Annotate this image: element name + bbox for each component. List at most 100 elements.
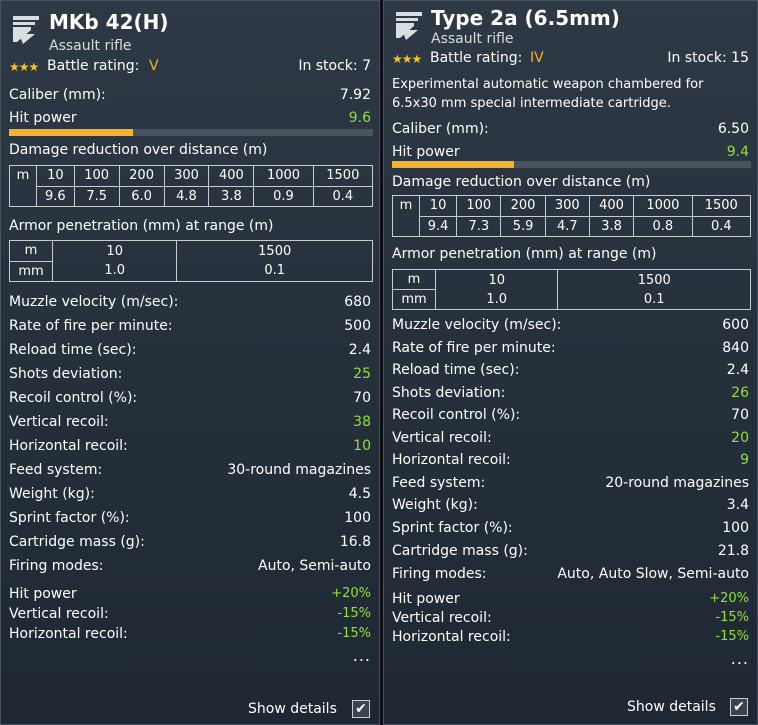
damage-range: 1500 [691,195,752,217]
armor-range: 10 [106,244,123,259]
stat-label: Shots deviation: [392,385,506,401]
stat-label: Firing modes: [392,566,487,582]
armor-value: 1.0 [486,291,508,307]
stat-value: 600 [722,317,749,333]
damage-table: m 10 100 200 300 400 1000 1500 9.6 7.5 6… [9,165,374,207]
hit-power-bar-fill [392,161,515,168]
damage-range: 1000 [253,165,314,187]
stat-value: 21.8 [717,543,749,559]
weapon-class-icon [396,12,422,40]
stat-value: 100 [344,510,371,526]
description-line: 6.5x30 mm special intermediate cartridge… [392,96,671,111]
damage-value: 6.0 [118,185,165,207]
damage-range: 1500 [312,165,374,187]
hit-power-value: 9.6 [348,110,371,126]
modifier-label: Hit power [9,586,77,602]
armor-cell: 1500 0.1 [176,240,373,282]
damage-value: 0.9 [253,185,314,207]
hit-power-label: Hit power [9,110,77,126]
hit-power-bar-fill [9,129,133,136]
stat-label: Reload time (sec): [9,342,137,358]
caliber-label: Caliber (mm): [392,121,489,137]
modifier-label: Vertical recoil: [392,610,492,626]
armor-cell: 1500 0.1 [557,269,751,310]
damage-value: 7.3 [456,215,502,237]
stat-label: Recoil control (%): [392,407,521,423]
stat-value: 680 [344,294,371,310]
damage-range: 400 [208,165,255,187]
damage-range: 100 [73,165,120,187]
stat-value: 4.5 [348,486,371,502]
damage-value: 5.9 [500,215,546,237]
show-details-label[interactable]: Show details [248,701,337,717]
armor-cell: 10 1.0 [434,269,559,310]
checkmark-icon[interactable]: ✔ [352,700,370,718]
stat-value: 26 [731,385,749,401]
damage-range: 1000 [633,195,693,217]
stat-value: 9 [740,452,749,468]
modifier-value: +20% [709,591,749,606]
modifier-value: +20% [331,586,371,601]
damage-value: 0.4 [312,185,374,207]
stat-label: Rate of fire per minute: [9,318,173,334]
stat-value: 2.4 [348,342,371,358]
checkmark-icon[interactable]: ✔ [730,698,748,716]
caliber-value: 6.50 [717,121,749,137]
damage-range: 200 [118,165,165,187]
armor-header-m: m [9,240,53,262]
battle-rating-label: Battle rating: [430,50,523,66]
damage-range: 10 [418,195,458,217]
modifier-label: Horizontal recoil: [9,626,128,642]
damage-range: 200 [500,195,546,217]
stat-label: Muzzle velocity (m/sec): [392,317,562,333]
damage-title: Damage reduction over distance (m) [9,142,268,158]
armor-table: m 10 1.0 1500 0.1 mm [392,269,751,310]
stat-value: 25 [353,366,371,382]
stat-value: 3.4 [726,497,749,513]
modifier-value: -15% [337,606,371,621]
more-ellipsis[interactable]: ... [731,649,749,668]
armor-header-m: m [392,269,436,290]
stat-value: 20 [731,430,749,446]
battle-rating-value: IV [530,50,544,66]
stat-label: Sprint factor (%): [392,520,513,536]
damage-table: m 10 100 200 300 400 1000 1500 9.4 7.3 5… [392,195,752,237]
hit-power-bar [9,129,373,136]
caliber-label: Caliber (mm): [9,87,106,103]
more-ellipsis[interactable]: ... [353,646,371,665]
damage-header-m: m [392,195,420,237]
armor-range: 10 [488,272,505,288]
armor-range: 1500 [637,272,671,288]
stat-value: 2.4 [726,362,749,378]
stock-count: In stock: 7 [298,58,371,74]
armor-title: Armor penetration (mm) at range (m) [9,218,274,234]
stat-value: 20-round magazines [605,475,749,491]
armor-title: Armor penetration (mm) at range (m) [392,246,657,262]
damage-range: 300 [163,165,210,187]
damage-value: 7.5 [73,185,120,207]
stat-label: Reload time (sec): [392,362,520,378]
stat-label: Muzzle velocity (m/sec): [9,294,179,310]
stat-value: 16.8 [339,534,371,550]
stat-label: Firing modes: [9,558,104,574]
stat-label: Feed system: [392,475,486,491]
armor-value: 0.1 [643,291,665,307]
star-icon: ★★★ [392,52,422,66]
modifier-label: Hit power [392,591,460,607]
battle-rating-value: V [149,58,159,74]
stat-value: 70 [731,407,749,423]
stat-label: Cartridge mass (g): [392,543,528,559]
damage-range: 300 [544,195,590,217]
stat-value: 100 [722,520,749,536]
stat-value: 10 [353,438,371,454]
weapon-type: Assault rifle [431,31,514,47]
damage-value: 9.4 [418,215,458,237]
hit-power-value: 9.4 [726,144,749,160]
weapon-title: MKb 42(H) [49,10,169,34]
damage-value: 3.8 [588,215,635,237]
stat-label: Cartridge mass (g): [9,534,145,550]
description-line: Experimental automatic weapon chambered … [392,77,704,92]
damage-title: Damage reduction over distance (m) [392,174,651,190]
battle-rating-label: Battle rating: [47,58,140,74]
show-details-label[interactable]: Show details [627,699,716,715]
